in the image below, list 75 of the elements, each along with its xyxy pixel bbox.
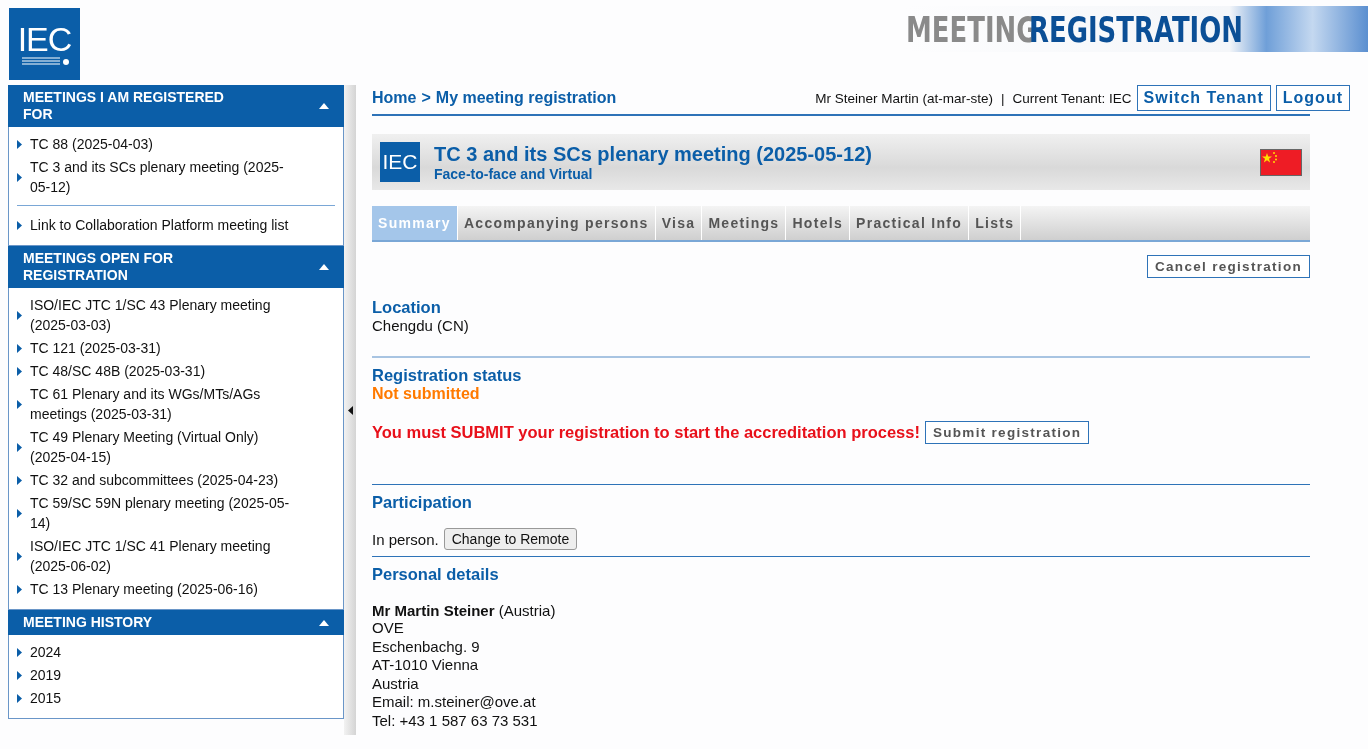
sidebar-section-header[interactable]: MEETINGS I AM REGISTERED FOR [8, 85, 344, 127]
section-heading: Personal details [372, 565, 500, 584]
bullet-triangle-icon [17, 442, 22, 452]
bullet-triangle-icon [17, 508, 22, 518]
bullet-triangle-icon [17, 139, 22, 149]
sidebar-item[interactable]: TC 3 and its SCs plenary meeting (2025-05-12) [17, 156, 335, 199]
separator-text: | [1000, 90, 1005, 106]
breadcrumb-link[interactable]: My meeting registration [435, 89, 617, 107]
bullet-triangle-icon [17, 670, 22, 680]
bullet-triangle-icon [17, 693, 22, 703]
bullet-triangle-icon [17, 310, 22, 320]
address-line: Austria [372, 674, 420, 693]
bullet-triangle-icon [17, 475, 22, 485]
bullet-triangle-icon [17, 172, 22, 182]
sidebar-item[interactable]: TC 49 Plenary Meeting (Virtual Only) (2025-04-15) [17, 426, 335, 469]
sidebar-section-header[interactable]: MEETING HISTORY [8, 610, 344, 635]
switch-tenant-button[interactable]: Switch Tenant [1136, 85, 1271, 111]
tab[interactable]: Visa [655, 206, 703, 240]
tab[interactable]: Accompanying persons [457, 206, 656, 240]
caret-up-icon[interactable] [319, 619, 329, 626]
tab[interactable]: Practical Info [850, 206, 970, 240]
sidebar-item[interactable]: TC 13 Plenary meeting (2025-06-16) [17, 578, 335, 601]
bullet-triangle-icon [17, 551, 22, 561]
section-heading: Location [372, 298, 442, 317]
collapse-left-icon[interactable] [347, 405, 353, 415]
sidebar-item[interactable]: TC 61 Plenary and its WGs/MTs/AGs meetings (2025-03-31) [17, 383, 335, 426]
address-line: AT-1010 Vienna [372, 656, 480, 675]
bullet-triangle-icon [17, 366, 22, 376]
sidebar-section-header[interactable]: MEETINGS OPEN FOR REGISTRATION [8, 246, 344, 288]
tab[interactable]: Hotels [786, 206, 851, 240]
tab[interactable]: Meetings [702, 206, 787, 240]
breadcrumb-separator: > [421, 89, 431, 107]
sidebar-item[interactable]: 2015 [17, 687, 335, 710]
sidebar-item[interactable]: TC 48/SC 48B (2025-03-31) [17, 360, 335, 383]
bullet-triangle-icon [17, 584, 22, 594]
tab[interactable]: Lists [969, 206, 1022, 240]
person-name: Mr Martin Steiner (Austria) [372, 602, 557, 619]
bullet-triangle-icon [17, 220, 22, 230]
sidebar-item[interactable]: Link to Collaboration Platform meeting list [17, 214, 335, 237]
flag-icon [1260, 148, 1302, 176]
sidebar-item[interactable]: 2019 [17, 664, 335, 687]
sidebar-item[interactable]: 2024 [17, 641, 335, 664]
status-value: Not submitted [372, 385, 481, 403]
breadcrumb-link[interactable]: Home [372, 89, 417, 107]
address-line: Eschenbachg. 9 [372, 637, 481, 656]
address-line: Tel: +43 1 587 63 73 531 [372, 711, 539, 730]
sidebar-item[interactable]: TC 121 (2025-03-31) [17, 337, 335, 360]
sidebar-item[interactable]: TC 59/SC 59N plenary meeting (2025-05-14) [17, 492, 335, 535]
meeting-registration-banner: MEETINGREGISTRATION [906, 6, 1368, 52]
bullet-triangle-icon [17, 399, 22, 409]
sidebar-item[interactable]: ISO/IEC JTC 1/SC 41 Plenary meeting (2025-06-02) [17, 535, 335, 578]
caret-up-icon[interactable] [319, 264, 329, 270]
cancel-registration-button[interactable]: Cancel registration [1147, 255, 1310, 278]
current-tenant: Current Tenant: IEC [1012, 90, 1132, 106]
sidebar-item[interactable]: TC 32 and subcommittees (2025-04-23) [17, 469, 335, 492]
submit-registration-button[interactable]: Submit registration [924, 421, 1090, 444]
meeting-title: TC 3 and its SCs plenary meeting (2025-05-12) [434, 142, 873, 166]
logout-button[interactable]: Logout [1275, 85, 1350, 111]
warning-message: You must SUBMIT your registration to start the accreditation process! [372, 423, 920, 442]
change-to-remote-button[interactable]: Change to Remote [443, 528, 578, 550]
iec-logo[interactable]: IEC [9, 8, 80, 80]
location-value: Chengdu (CN) [372, 317, 470, 334]
bullet-triangle-icon [17, 343, 22, 353]
sidebar-item[interactable]: TC 88 (2025-04-03) [17, 133, 335, 156]
participation-mode: In person. [372, 530, 439, 548]
user-name: Mr Steiner Martin (at-mar-ste) [815, 90, 993, 106]
bullet-triangle-icon [17, 647, 22, 657]
iec-logo: IEC [380, 142, 420, 182]
caret-up-icon[interactable] [319, 103, 329, 109]
address-line: Email: m.steiner@ove.at [372, 693, 537, 712]
section-heading: Registration status [372, 366, 523, 385]
meeting-subtitle: Face-to-face and Virtual [434, 165, 594, 182]
section-heading: Participation [372, 493, 473, 512]
sidebar-item[interactable]: ISO/IEC JTC 1/SC 43 Plenary meeting (2025-03-03) [17, 294, 335, 337]
address-line: OVE [372, 619, 405, 638]
